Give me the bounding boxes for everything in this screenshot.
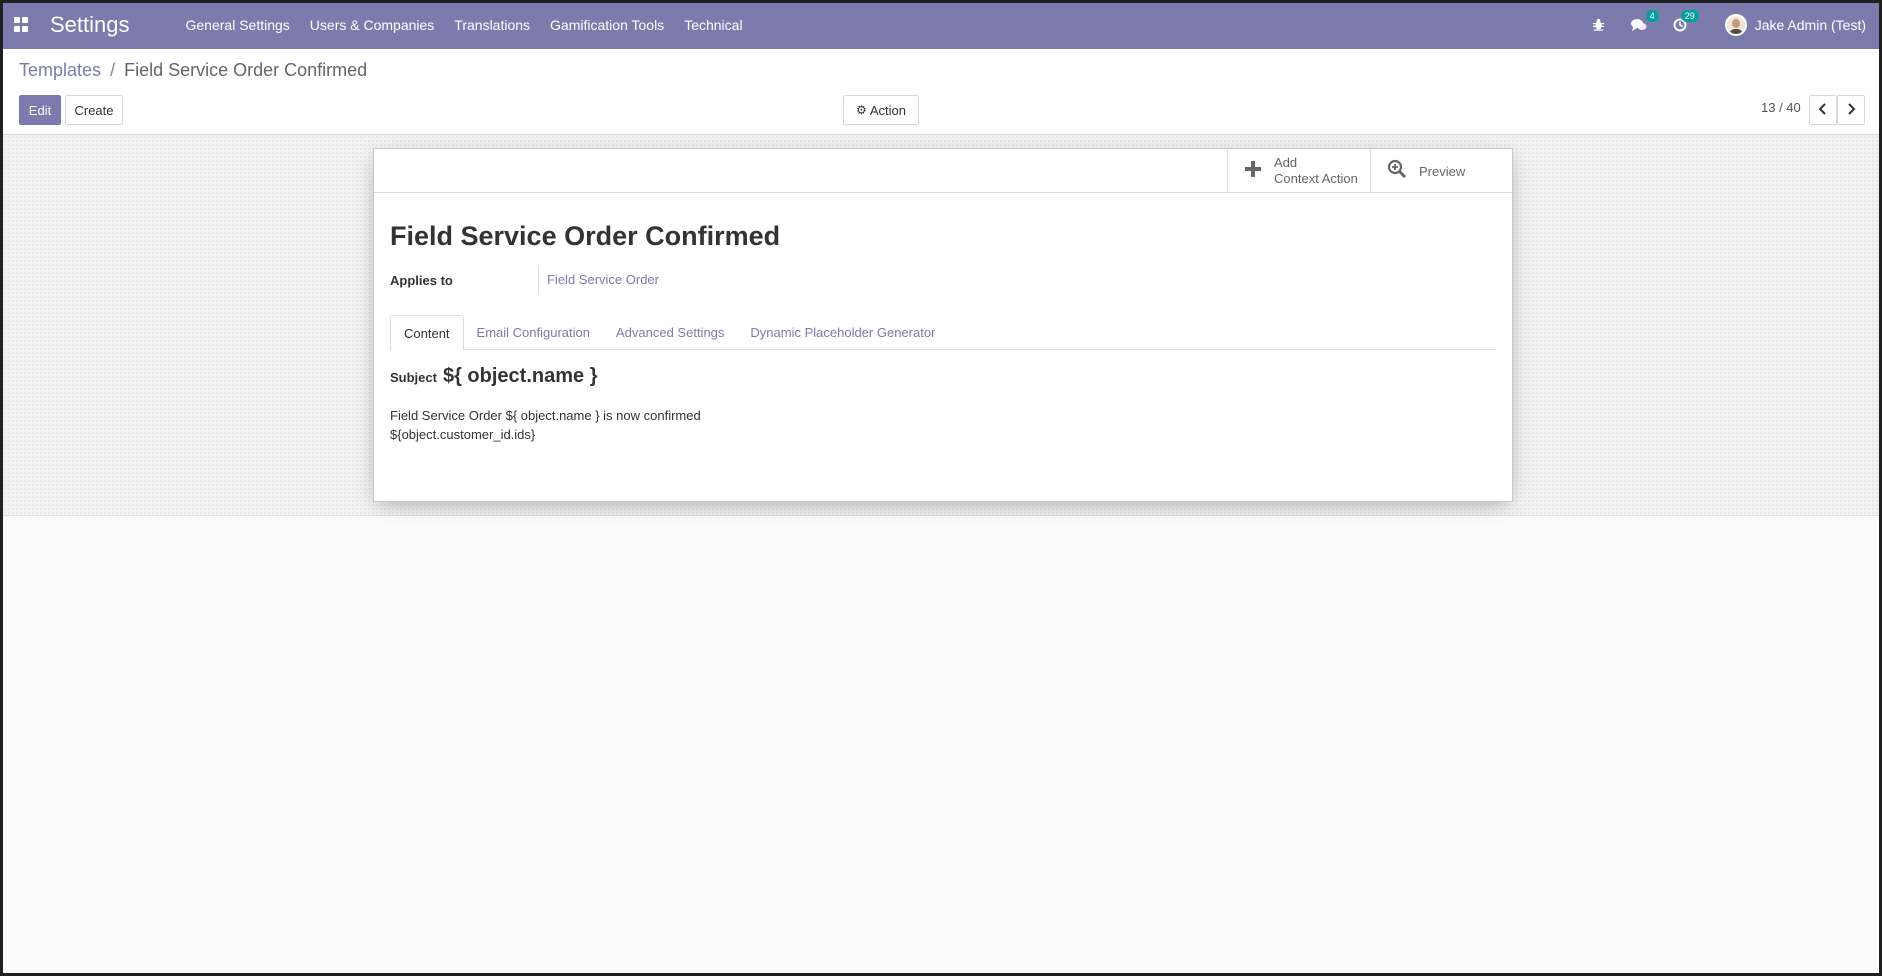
user-avatar[interactable] — [1724, 13, 1747, 36]
action-label: Action — [869, 102, 906, 118]
add-context-action-button[interactable]: Add Context Action — [1227, 149, 1370, 193]
tab-email-configuration[interactable]: Email Configuration — [464, 315, 603, 350]
menu-translations[interactable]: Translations — [454, 17, 530, 33]
create-button[interactable]: Create — [65, 95, 123, 125]
top-navbar: Settings General Settings Users & Compan… — [0, 0, 1882, 49]
add-context-action-line2: Context Action — [1274, 171, 1358, 186]
gear-icon: ⚙ — [856, 103, 867, 117]
pager-next-button[interactable] — [1837, 95, 1865, 125]
subject-value: ${ object.name } — [442, 365, 598, 387]
preview-label: Preview — [1419, 163, 1466, 179]
action-dropdown-button[interactable]: ⚙ Action — [843, 95, 919, 125]
menu-technical[interactable]: Technical — [684, 17, 742, 33]
body-html-line-2: ${object.customer_id.ids} — [390, 427, 536, 442]
form-sheet: Add Context Action Preview Field Service… — [373, 148, 1513, 502]
breadcrumb: Templates / Field Service Order Confirme… — [19, 60, 367, 81]
messages-icon[interactable]: 4 — [1630, 9, 1659, 32]
chevron-right-icon — [1846, 102, 1856, 118]
search-plus-icon — [1387, 159, 1407, 183]
pager-value[interactable]: 13 / 40 — [1761, 100, 1801, 115]
activities-icon[interactable]: 29 — [1673, 9, 1699, 32]
user-name[interactable]: Jake Admin (Test) — [1755, 17, 1866, 33]
tab-dynamic-placeholder-generator[interactable]: Dynamic Placeholder Generator — [737, 315, 948, 350]
applies-to-value-link[interactable]: Field Service Order — [538, 267, 659, 293]
tab-content[interactable]: Content — [390, 315, 464, 351]
notebook-tabs: Content Email Configuration Advanced Set… — [390, 315, 1496, 351]
menu-users-companies[interactable]: Users & Companies — [310, 17, 435, 33]
messages-badge: 4 — [1645, 9, 1659, 22]
menu-general-settings[interactable]: General Settings — [186, 17, 290, 33]
record-title: Field Service Order Confirmed — [390, 221, 781, 251]
add-context-action-line1: Add — [1274, 155, 1298, 170]
edit-button[interactable]: Edit — [19, 95, 61, 125]
chevron-left-icon — [1818, 102, 1828, 118]
breadcrumb-current: Field Service Order Confirmed — [124, 60, 368, 80]
breadcrumb-separator: / — [110, 60, 116, 80]
apps-menu-icon[interactable] — [14, 16, 30, 33]
control-panel: Templates / Field Service Order Confirme… — [3, 49, 1879, 135]
menu-gamification-tools[interactable]: Gamification Tools — [550, 17, 664, 33]
debug-icon[interactable] — [1592, 18, 1605, 31]
applies-to-label: Applies to — [390, 273, 453, 288]
breadcrumb-templates-link[interactable]: Templates — [19, 60, 101, 80]
smart-button-box: Add Context Action Preview — [374, 149, 1512, 193]
body-html-line-1: Field Service Order ${ object.name } is … — [390, 408, 701, 423]
plus-icon — [1244, 160, 1262, 182]
tab-advanced-settings[interactable]: Advanced Settings — [603, 315, 737, 350]
app-title[interactable]: Settings — [50, 12, 130, 38]
preview-button[interactable]: Preview — [1370, 149, 1513, 193]
subject-label: Subject — [390, 370, 437, 385]
subject-field: Subject ${ object.name } — [390, 365, 597, 388]
activities-badge: 29 — [1680, 9, 1699, 22]
pager-previous-button[interactable] — [1809, 95, 1837, 125]
systray: 4 29 Jake Admin (Test) — [1566, 0, 1882, 49]
